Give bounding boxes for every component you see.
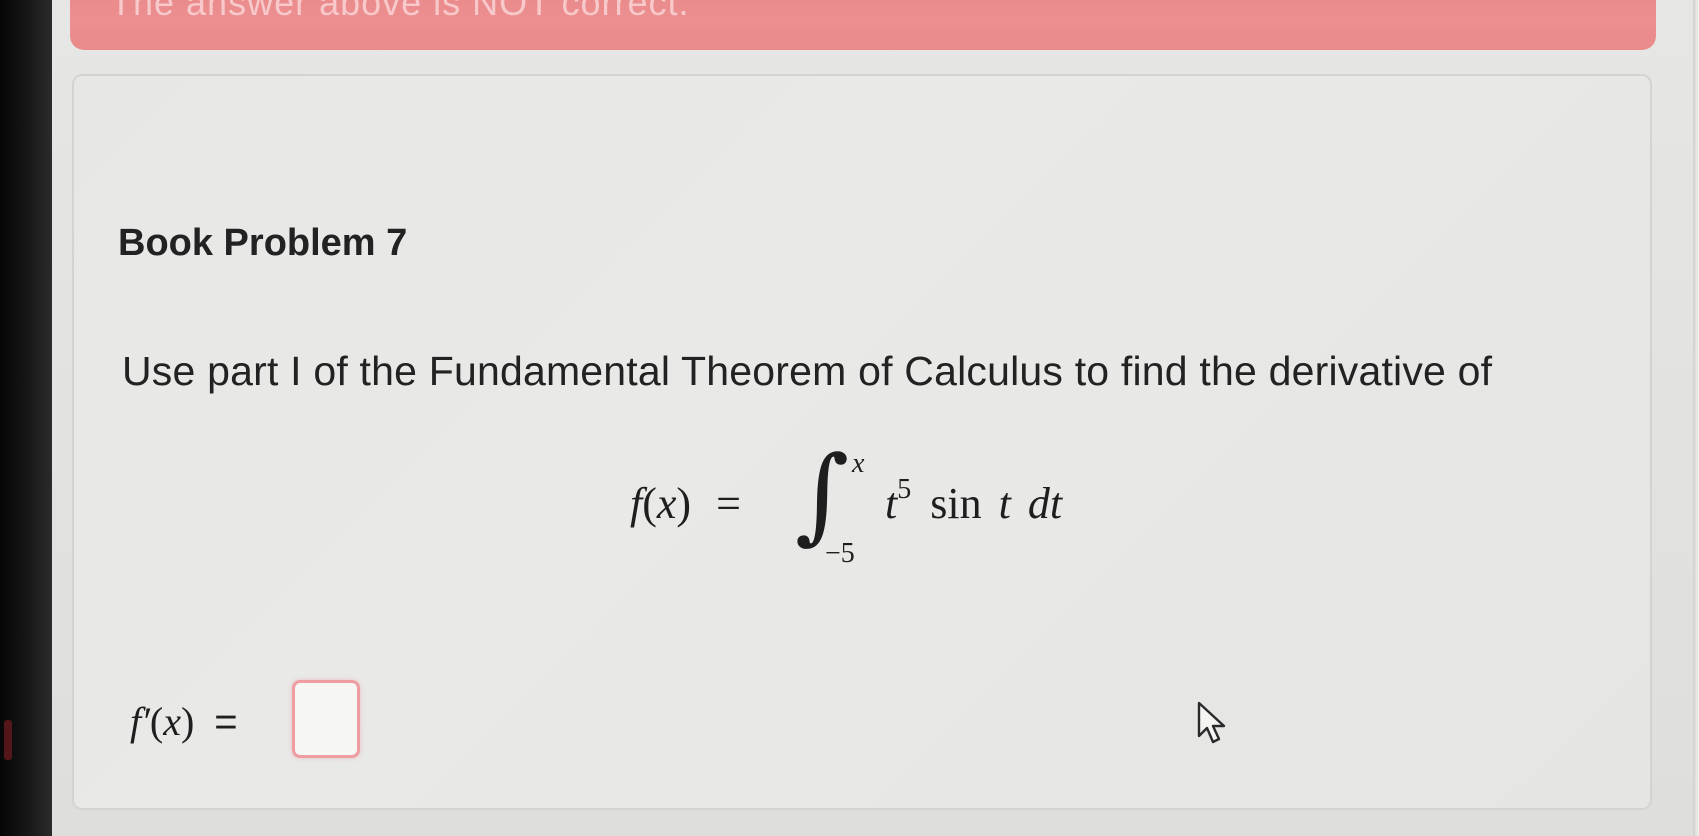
equation-lhs: f(x) = [630,478,741,529]
bezel-reflection [4,720,12,760]
incorrect-feedback-banner: The answer above is NOT correct. [70,0,1656,50]
problem-title: Book Problem 7 [118,222,408,264]
answer-function-name: f′ [130,699,150,744]
integrand: t5 sin t dt [885,474,1063,529]
answer-label: f′(x) = [130,698,238,745]
integrand-base: t [885,479,898,528]
integral-upper-limit: x [852,448,865,479]
integrand-argument: t [998,479,1011,528]
monitor-bezel-right [1693,0,1699,836]
answer-open-paren: ( [149,699,164,744]
lhs-open-paren: ( [642,479,657,528]
mouse-pointer-icon [1197,701,1226,744]
integrand-exponent: 5 [897,474,912,506]
monitor-bezel-left [0,0,52,836]
answer-variable: x [163,699,181,744]
lhs-variable: x [656,479,677,528]
answer-input[interactable] [292,680,360,758]
lhs-function-name: f [630,479,643,528]
answer-equals-sign: = [214,700,238,744]
screen: The answer above is NOT correct. Book Pr… [0,0,1699,836]
integral-lower-limit: −5 [825,538,855,569]
integrand-function: sin [930,479,982,528]
problem-prompt: Use part I of the Fundamental Theorem of… [122,348,1493,394]
feedback-message: The answer above is NOT correct. [110,0,690,23]
integrand-differential: dt [1027,479,1063,528]
equals-sign: = [716,479,741,528]
answer-close-paren: ) [180,699,195,744]
lhs-close-paren: ) [676,479,692,528]
integral-equation: f(x) = ∫ x −5 t5 sin t dt [630,442,1110,578]
integral-sign-icon: ∫ [795,433,850,555]
